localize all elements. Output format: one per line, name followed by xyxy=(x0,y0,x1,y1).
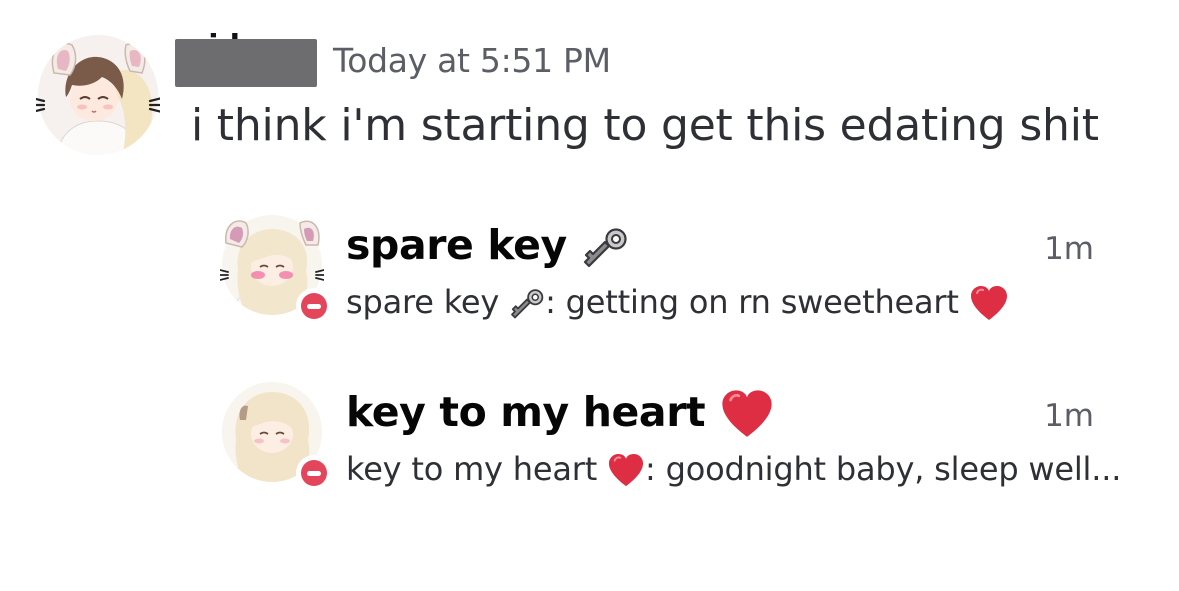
red-heart-icon xyxy=(719,389,775,441)
red-heart-icon xyxy=(969,285,1009,323)
redacted-username xyxy=(175,39,317,87)
dm-preview-text: : goodnight baby, sleep well... xyxy=(645,450,1122,488)
dm-name: spare key xyxy=(346,219,629,271)
dm-avatar xyxy=(220,213,332,324)
message-timestamp: Today at 5:51 PM xyxy=(333,41,611,80)
dm-name-text: key to my heart xyxy=(346,388,706,436)
dnd-status-icon xyxy=(296,455,332,491)
dm-preview-name: key to my heart xyxy=(346,450,598,488)
dm-preview-text: : getting on rn sweetheart xyxy=(545,283,959,321)
dm-timestamp: 1m xyxy=(1044,398,1094,434)
dm-list-item[interactable]: key to my heart key to my heart : goodni… xyxy=(212,372,1121,492)
dm-name: key to my heart xyxy=(346,386,775,441)
author-avatar[interactable] xyxy=(36,33,160,157)
message-content: i think i'm starting to get this edating… xyxy=(191,100,1099,151)
dm-list-item[interactable]: spare key spare key : getting on rn swee… xyxy=(212,205,1112,325)
old-key-icon xyxy=(509,287,545,321)
red-heart-icon xyxy=(607,453,645,489)
dm-preview-name: spare key xyxy=(346,283,500,321)
dm-last-message: spare key : getting on rn sweetheart xyxy=(346,281,1009,323)
dm-timestamp: 1m xyxy=(1044,231,1094,267)
dm-avatar xyxy=(220,380,332,491)
old-key-icon xyxy=(581,226,629,270)
dm-name-text: spare key xyxy=(346,221,567,269)
dnd-status-icon xyxy=(296,288,332,324)
dm-last-message: key to my heart : goodnight baby, sleep … xyxy=(346,448,1121,490)
